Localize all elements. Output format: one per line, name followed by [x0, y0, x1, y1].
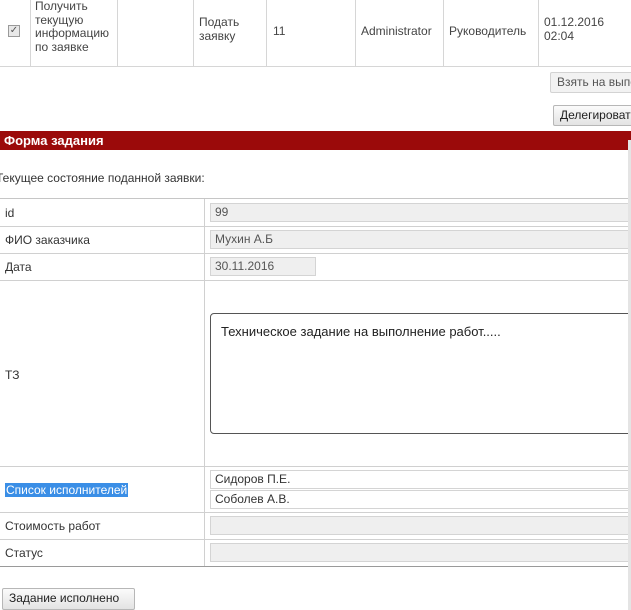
row-divider: [204, 199, 205, 226]
task-role: Руководитель: [449, 24, 527, 38]
task-number: 11: [273, 24, 286, 38]
tz-textarea[interactable]: Техническое задание на выполнение работ.…: [210, 313, 631, 434]
customer-label: ФИО заказчика: [5, 233, 90, 247]
datetime-cell: 01.12.2016 02:04: [539, 0, 631, 66]
row-divider: [204, 467, 205, 512]
form-row-id: id 99: [0, 199, 631, 227]
status-label: Статус: [5, 546, 43, 560]
number-cell: 11: [267, 0, 356, 66]
tz-label: ТЗ: [5, 368, 20, 382]
date-field[interactable]: 30.11.2016: [210, 257, 316, 276]
row-divider: [204, 513, 205, 539]
take-task-button[interactable]: Взять на выполнение: [550, 72, 631, 93]
cost-label: Стоимость работ: [5, 519, 101, 533]
id-label: id: [5, 206, 15, 220]
checkbox-cell: ✓: [0, 0, 31, 66]
task-description: Получить текущую информацию по заявке: [35, 0, 110, 54]
row-divider: [204, 540, 205, 566]
id-field[interactable]: 99: [210, 203, 631, 222]
row-divider: [204, 281, 205, 466]
executor-item[interactable]: Соболев А.В.: [210, 490, 631, 509]
task-table-row[interactable]: ✓ Получить текущую информацию по заявке …: [0, 0, 631, 67]
executors-label-text: Список исполнителей: [5, 483, 129, 497]
action-cell: Подать заявку: [194, 0, 267, 66]
form-row-date: Дата 30.11.2016: [0, 254, 631, 281]
select-checkbox[interactable]: ✓: [8, 25, 20, 37]
date-label: Дата: [5, 260, 32, 274]
row-divider: [204, 254, 205, 280]
empty-cell: [118, 0, 194, 66]
task-author: Administrator: [361, 24, 432, 38]
author-cell: Administrator: [356, 0, 444, 66]
executor-item[interactable]: Сидоров П.Е.: [210, 470, 631, 489]
task-done-button[interactable]: Задание исполнено: [2, 588, 135, 610]
form-row-customer: ФИО заказчика Мухин А.Б: [0, 227, 631, 254]
role-cell: Руководитель: [444, 0, 539, 66]
cost-field[interactable]: [210, 516, 631, 535]
form-row-cost: Стоимость работ: [0, 513, 631, 540]
form-subtitle: Текущее состояние поданной заявки:: [0, 171, 205, 185]
task-form-table: id 99 ФИО заказчика Мухин А.Б Дата 30.11…: [0, 198, 631, 567]
form-row-executors: Список исполнителей Сидоров П.Е. Соболев…: [0, 467, 631, 513]
form-row-status: Статус: [0, 540, 631, 567]
task-action: Подать заявку: [199, 15, 240, 43]
customer-field[interactable]: Мухин А.Б: [210, 230, 631, 249]
form-title: Форма задания: [0, 131, 631, 150]
form-row-tz: ТЗ Техническое задание на выполнение раб…: [0, 281, 631, 467]
status-field[interactable]: [210, 543, 631, 562]
delegate-button[interactable]: Делегировать: [553, 105, 631, 126]
description-cell: Получить текущую информацию по заявке: [31, 0, 118, 66]
task-datetime: 01.12.2016 02:04: [544, 15, 605, 43]
executors-label: Список исполнителей: [5, 483, 129, 497]
row-divider: [204, 227, 205, 253]
